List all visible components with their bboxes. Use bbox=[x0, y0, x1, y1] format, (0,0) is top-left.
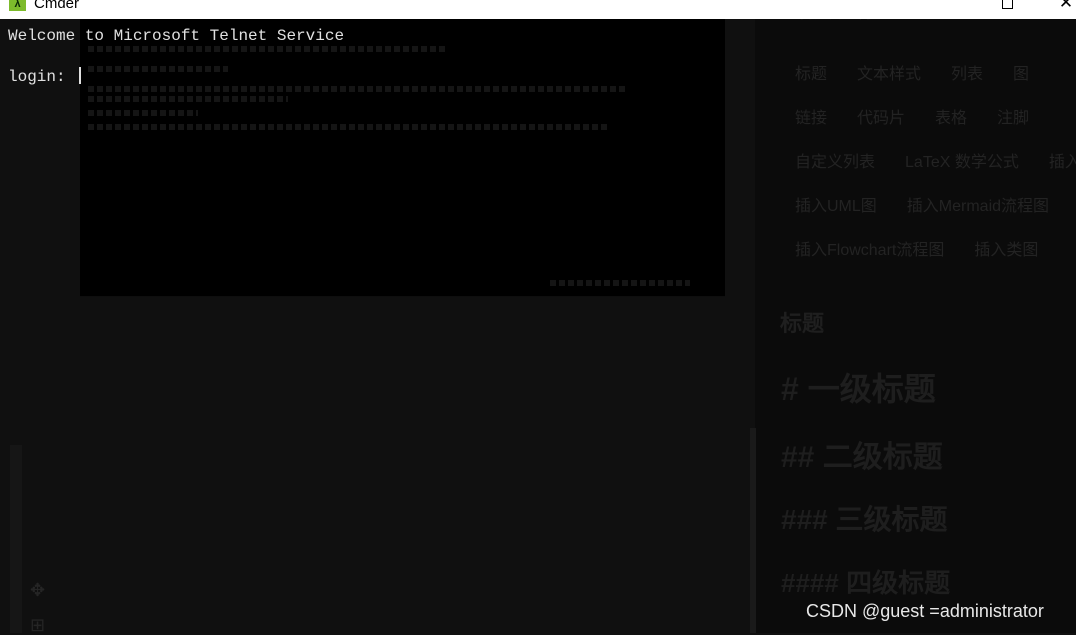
welcome-message: Welcome to Microsoft Telnet Service bbox=[8, 27, 345, 45]
background-h2-example: ## 二级标题 bbox=[781, 441, 943, 474]
background-item: 文本样式 bbox=[857, 66, 922, 83]
window-title: Cmder bbox=[34, 0, 80, 12]
background-item: 标题 bbox=[795, 66, 828, 83]
background-item: 插入UML图 bbox=[795, 198, 877, 215]
background-item: 插入 bbox=[1048, 154, 1076, 171]
background-row: 链接 代码片 表格 注脚 bbox=[795, 94, 1076, 138]
background-item: 链接 bbox=[795, 110, 828, 127]
background-item: 代码片 bbox=[857, 110, 906, 127]
background-h3-example: ### 三级标题 bbox=[781, 504, 948, 535]
background-item: 图 bbox=[1013, 66, 1030, 83]
background-h4-example: #### 四级标题 bbox=[781, 568, 951, 598]
login-prompt: login: bbox=[8, 68, 76, 86]
background-item: 插入类图 bbox=[974, 242, 1039, 259]
background-row: 插入UML图 插入Mermaid流程图 bbox=[795, 182, 1076, 226]
background-row: 自定义列表 LaTeX 数学公式 插入 bbox=[795, 138, 1076, 182]
background-h1-example: # 一级标题 bbox=[781, 371, 936, 407]
background-editor-panel: 语法说明 标题 文本样式 列表 图 链接 代码片 表格 注脚 自定义列表 LaT… bbox=[755, 0, 1076, 633]
cmder-app-icon: λ bbox=[9, 0, 26, 11]
background-row: 标题 文本样式 列表 图 bbox=[795, 50, 1076, 94]
background-syntax-grid: 标题 文本样式 列表 图 链接 代码片 表格 注脚 自定义列表 LaTeX 数学… bbox=[795, 50, 1076, 270]
close-icon: ✕ bbox=[1058, 0, 1074, 12]
login-line[interactable]: login: bbox=[8, 67, 82, 86]
background-item: 表格 bbox=[935, 110, 968, 127]
background-item: LaTeX 数学公式 bbox=[905, 154, 1019, 171]
watermark: CSDN @guest =administrator bbox=[806, 601, 1044, 621]
background-row: 插入Flowchart流程图 插入类图 bbox=[795, 226, 1076, 270]
text-cursor bbox=[79, 67, 82, 84]
title-bar[interactable]: λ Cmder bbox=[0, 0, 724, 19]
background-item: 注脚 bbox=[997, 110, 1030, 127]
background-divider bbox=[750, 428, 756, 633]
background-section-title: 标题 bbox=[780, 311, 825, 336]
background-item: 自定义列表 bbox=[795, 154, 876, 171]
close-button[interactable]: ✕ bbox=[1043, 0, 1076, 14]
maximize-icon bbox=[1001, 0, 1013, 9]
background-item: 插入Flowchart流程图 bbox=[795, 242, 945, 259]
terminal-area[interactable]: Welcome to Microsoft Telnet Service logi… bbox=[0, 19, 724, 619]
background-item: 列表 bbox=[951, 66, 984, 83]
maximize-button[interactable] bbox=[984, 0, 1030, 14]
background-item: 插入Mermaid流程图 bbox=[906, 198, 1050, 215]
